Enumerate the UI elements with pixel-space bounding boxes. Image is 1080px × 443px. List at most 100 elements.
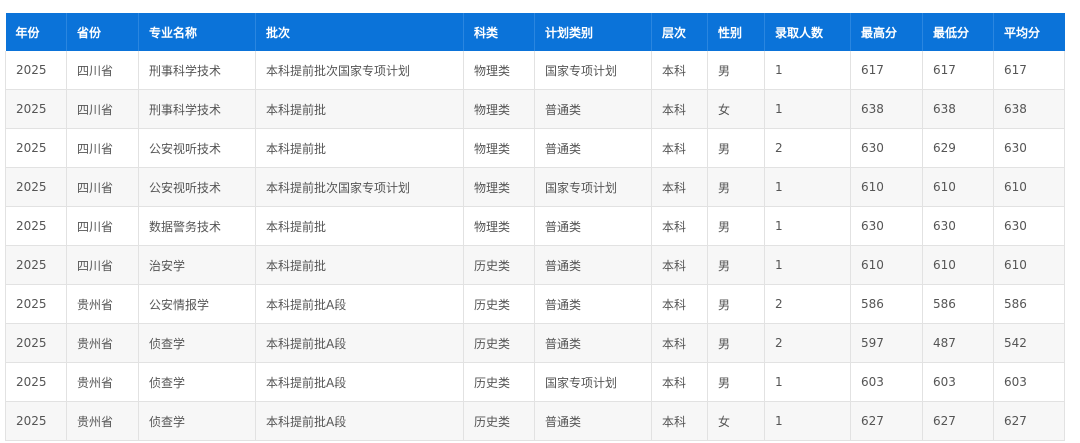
province-cell: 贵州省 bbox=[66, 323, 139, 363]
plan-type-cell: 国家专项计划 bbox=[534, 362, 652, 402]
avg-score-cell: 603 bbox=[993, 362, 1065, 402]
gender-cell: 男 bbox=[707, 206, 765, 246]
major-cell: 刑事科学技术 bbox=[138, 89, 256, 129]
year-cell: 2025 bbox=[5, 362, 67, 402]
avg-score-cell: 627 bbox=[993, 401, 1065, 441]
province-cell: 四川省 bbox=[66, 89, 139, 129]
level-cell: 本科 bbox=[651, 362, 708, 402]
batch-cell: 本科提前批 bbox=[255, 128, 464, 168]
level-cell: 本科 bbox=[651, 284, 708, 324]
subject-category-cell: 物理类 bbox=[463, 128, 535, 168]
batch-cell: 本科提前批次国家专项计划 bbox=[255, 51, 464, 90]
province-cell: 贵州省 bbox=[66, 362, 139, 402]
admitted-count-cell: 1 bbox=[764, 245, 851, 285]
province-cell: 四川省 bbox=[66, 51, 139, 90]
table-row: 2025 四川省 刑事科学技术 本科提前批 物理类 普通类 本科女 1 638 638 638 bbox=[5, 89, 1065, 129]
table-row: 2025 四川省 治安学 本科提前批 历史类 普通类 本科男 1 610 610 610 bbox=[5, 245, 1065, 285]
major-cell: 公安视听技术 bbox=[138, 167, 256, 207]
max-score-cell: 627 bbox=[850, 401, 923, 441]
province-cell: 四川省 bbox=[66, 167, 139, 207]
max-score-cell: 610 bbox=[850, 167, 923, 207]
min-score-cell: 629 bbox=[922, 128, 994, 168]
major-cell: 侦查学 bbox=[138, 401, 256, 441]
major-cell: 刑事科学技术 bbox=[138, 51, 256, 90]
level-cell: 本科 bbox=[651, 167, 708, 207]
subject-category-cell: 历史类 bbox=[463, 323, 535, 363]
table-header: 年份 省份 专业名称 批次 科类 计划类别 层次 性别 录取人数 最高分 最低分… bbox=[5, 13, 1065, 51]
major-cell: 公安视听技术 bbox=[138, 128, 256, 168]
major-cell: 数据警务技术 bbox=[138, 206, 256, 246]
header-major: 专业名称 bbox=[138, 13, 256, 51]
plan-type-cell: 普通类 bbox=[534, 206, 652, 246]
batch-cell: 本科提前批A段 bbox=[255, 362, 464, 402]
gender-cell: 男 bbox=[707, 51, 765, 90]
year-cell: 2025 bbox=[5, 167, 67, 207]
header-subject-category: 科类 bbox=[463, 13, 535, 51]
table-row: 2025 四川省 刑事科学技术 本科提前批次国家专项计划 物理类 国家专项计划 本科男 1 61… bbox=[5, 51, 1065, 90]
min-score-cell: 617 bbox=[922, 51, 994, 90]
subject-category-cell: 历史类 bbox=[463, 401, 535, 441]
batch-cell: 本科提前批A段 bbox=[255, 284, 464, 324]
year-cell: 2025 bbox=[5, 245, 67, 285]
province-cell: 四川省 bbox=[66, 206, 139, 246]
header-min-score: 最低分 bbox=[922, 13, 994, 51]
gender-cell: 男 bbox=[707, 128, 765, 168]
header-plan-type: 计划类别 bbox=[534, 13, 652, 51]
year-cell: 2025 bbox=[5, 89, 67, 129]
subject-category-cell: 物理类 bbox=[463, 167, 535, 207]
year-cell: 2025 bbox=[5, 284, 67, 324]
batch-cell: 本科提前批次国家专项计划 bbox=[255, 167, 464, 207]
header-avg-score: 平均分 bbox=[993, 13, 1065, 51]
max-score-cell: 603 bbox=[850, 362, 923, 402]
min-score-cell: 603 bbox=[922, 362, 994, 402]
gender-cell: 男 bbox=[707, 323, 765, 363]
plan-type-cell: 普通类 bbox=[534, 284, 652, 324]
avg-score-cell: 610 bbox=[993, 167, 1065, 207]
admitted-count-cell: 1 bbox=[764, 362, 851, 402]
min-score-cell: 627 bbox=[922, 401, 994, 441]
table-row: 2025 贵州省 侦查学 本科提前批A段 历史类 普通类 本科女 1 627 627 627 bbox=[5, 401, 1065, 441]
subject-category-cell: 物理类 bbox=[463, 89, 535, 129]
province-cell: 四川省 bbox=[66, 245, 139, 285]
min-score-cell: 487 bbox=[922, 323, 994, 363]
admitted-count-cell: 2 bbox=[764, 284, 851, 324]
table-row: 2025 四川省 公安视听技术 本科提前批 物理类 普通类 本科男 2 630 629 630 bbox=[5, 128, 1065, 168]
major-cell: 侦查学 bbox=[138, 323, 256, 363]
province-cell: 四川省 bbox=[66, 128, 139, 168]
gender-cell: 男 bbox=[707, 284, 765, 324]
min-score-cell: 610 bbox=[922, 167, 994, 207]
gender-cell: 男 bbox=[707, 167, 765, 207]
max-score-cell: 638 bbox=[850, 89, 923, 129]
year-cell: 2025 bbox=[5, 401, 67, 441]
batch-cell: 本科提前批 bbox=[255, 206, 464, 246]
major-cell: 公安情报学 bbox=[138, 284, 256, 324]
admission-score-table-container: 年份 省份 专业名称 批次 科类 计划类别 层次 性别 录取人数 最高分 最低分… bbox=[5, 13, 1065, 441]
year-cell: 2025 bbox=[5, 323, 67, 363]
plan-type-cell: 普通类 bbox=[534, 401, 652, 441]
level-cell: 本科 bbox=[651, 245, 708, 285]
level-cell: 本科 bbox=[651, 89, 708, 129]
max-score-cell: 617 bbox=[850, 51, 923, 90]
header-batch: 批次 bbox=[255, 13, 464, 51]
header-level: 层次 bbox=[651, 13, 708, 51]
header-max-score: 最高分 bbox=[850, 13, 923, 51]
batch-cell: 本科提前批A段 bbox=[255, 323, 464, 363]
max-score-cell: 586 bbox=[850, 284, 923, 324]
plan-type-cell: 国家专项计划 bbox=[534, 51, 652, 90]
gender-cell: 男 bbox=[707, 245, 765, 285]
min-score-cell: 586 bbox=[922, 284, 994, 324]
avg-score-cell: 630 bbox=[993, 128, 1065, 168]
avg-score-cell: 586 bbox=[993, 284, 1065, 324]
major-cell: 侦查学 bbox=[138, 362, 256, 402]
avg-score-cell: 638 bbox=[993, 89, 1065, 129]
subject-category-cell: 历史类 bbox=[463, 362, 535, 402]
table-row: 2025 贵州省 公安情报学 本科提前批A段 历史类 普通类 本科男 2 586 586 586 bbox=[5, 284, 1065, 324]
level-cell: 本科 bbox=[651, 128, 708, 168]
batch-cell: 本科提前批 bbox=[255, 89, 464, 129]
min-score-cell: 638 bbox=[922, 89, 994, 129]
plan-type-cell: 国家专项计划 bbox=[534, 167, 652, 207]
max-score-cell: 630 bbox=[850, 206, 923, 246]
table-row: 2025 贵州省 侦查学 本科提前批A段 历史类 普通类 本科男 2 597 487 542 bbox=[5, 323, 1065, 363]
level-cell: 本科 bbox=[651, 206, 708, 246]
table-row: 2025 四川省 数据警务技术 本科提前批 物理类 普通类 本科男 1 630 630 630 bbox=[5, 206, 1065, 246]
